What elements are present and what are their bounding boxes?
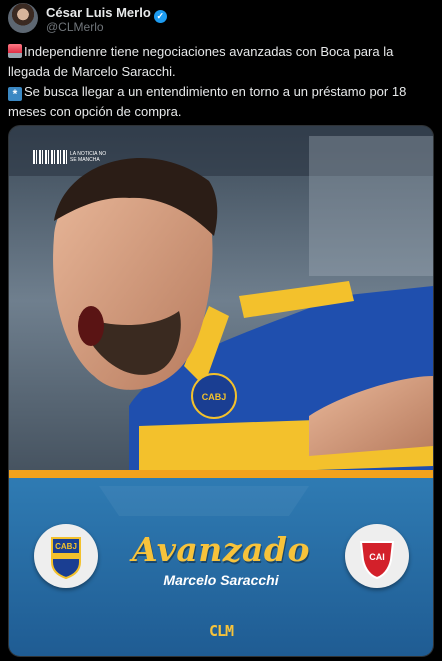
- barcode-icon: [33, 149, 67, 164]
- avatar[interactable]: [8, 3, 38, 33]
- police-car-light-icon: [8, 44, 22, 58]
- jersey-crest-label: CABJ: [202, 392, 227, 402]
- verified-badge-icon: ✓: [153, 10, 167, 23]
- independiente-crest-icon: CAI: [359, 541, 395, 580]
- tweet-text: Independienre tiene negociaciones avanza…: [8, 42, 434, 122]
- tweet-header: César Luis Merlo ✓ @CLMerlo: [8, 3, 434, 37]
- tweet-line-1: Independienre tiene negociaciones avanza…: [8, 42, 434, 82]
- author-handle[interactable]: @CLMerlo: [46, 20, 104, 34]
- tweet-line-2: * Se busca llegar a un entendimiento en t…: [8, 82, 434, 122]
- clm-logo: CLM: [208, 622, 234, 640]
- keycap-asterisk-icon: *: [8, 87, 22, 101]
- tweet-line-2-text: Se busca llegar a un entendimiento en to…: [8, 84, 407, 119]
- author-name[interactable]: César Luis Merlo: [46, 5, 151, 20]
- independiente-crest: CAI: [345, 524, 409, 588]
- independiente-crest-label: CAI: [369, 552, 385, 562]
- brand-watermark: LA NOTICIA NO SE MANCHA: [33, 148, 110, 166]
- tweet-media-image[interactable]: CABJ LA NOTICIA NO SE MANCHA CABJ Avanza…: [8, 125, 434, 657]
- brand-text: LA NOTICIA NO SE MANCHA: [70, 150, 107, 163]
- tweet-line-1-text: Independienre tiene negociaciones avanza…: [8, 44, 394, 79]
